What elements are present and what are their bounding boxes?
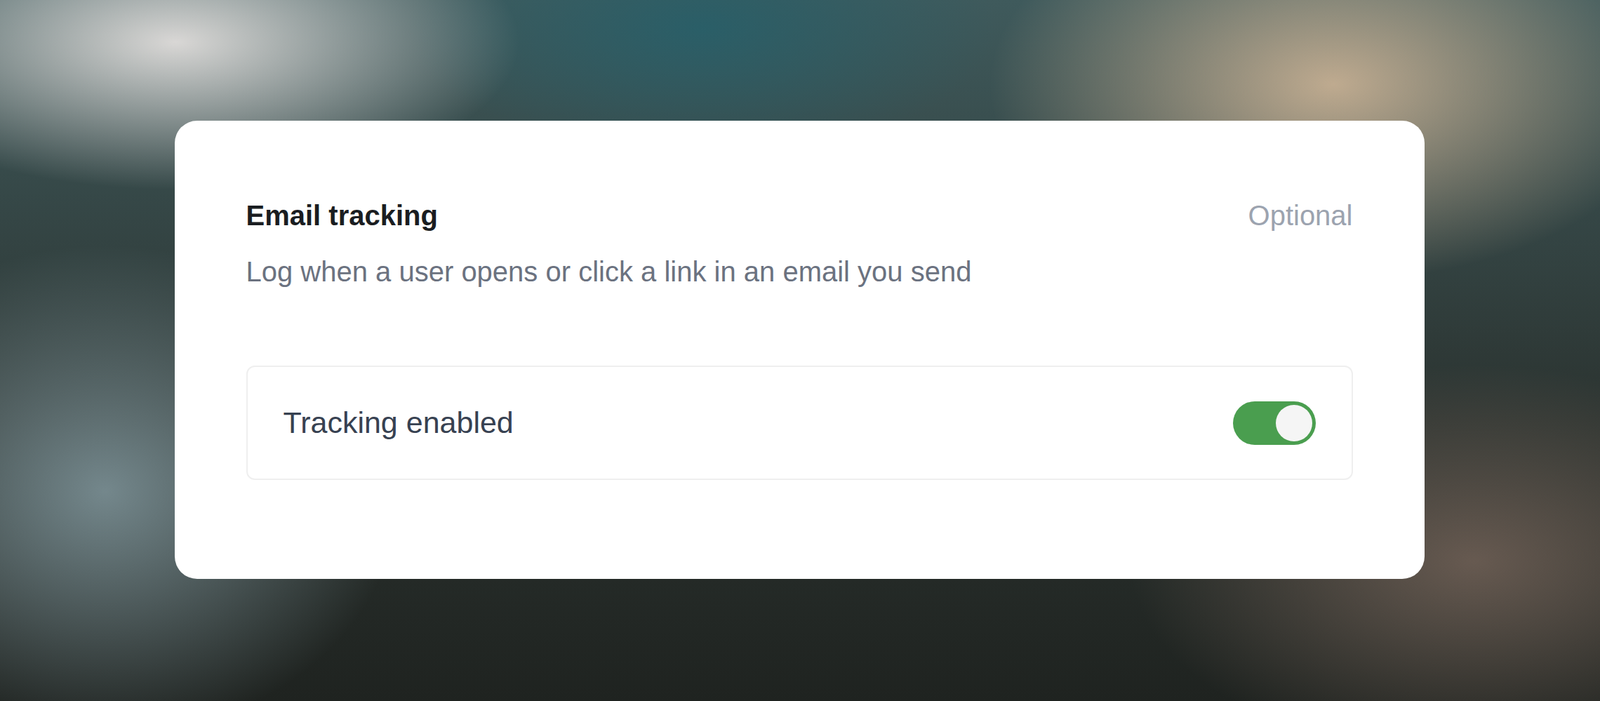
setting-label: Tracking enabled	[283, 404, 514, 442]
toggle-knob	[1275, 404, 1313, 442]
card-header: Email tracking Optional	[246, 198, 1353, 233]
tracking-toggle[interactable]	[1232, 401, 1316, 445]
settings-card: Email tracking Optional Log when a user op…	[174, 120, 1425, 579]
card-title: Email tracking	[246, 198, 438, 233]
optional-badge: Optional	[1248, 198, 1353, 233]
setting-row: Tracking enabled	[246, 365, 1353, 480]
card-description: Log when a user opens or click a link in…	[246, 254, 1353, 289]
background-photo: Email tracking Optional Log when a user op…	[0, 0, 1600, 701]
